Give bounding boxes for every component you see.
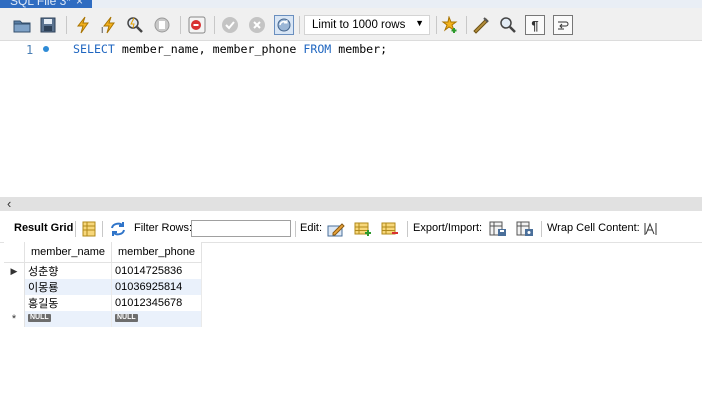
column-header-member-phone[interactable]: member_phone — [111, 242, 202, 263]
table-row[interactable]: ▶ 성춘향 01014725836 — [4, 262, 202, 279]
tab-label: SQL File 3* — [10, 0, 71, 8]
filter-rows-label: Filter Rows: — [134, 222, 193, 234]
beautify-icon[interactable] — [471, 15, 491, 35]
sql-text: member — [331, 42, 381, 56]
close-icon[interactable]: × — [76, 0, 83, 8]
column-header-member-name[interactable]: member_name — [24, 242, 112, 263]
row-indicator — [4, 279, 25, 295]
dropdown-arrow-icon: ▼ — [415, 18, 424, 28]
cell-member-phone[interactable]: 01012345678 — [111, 295, 202, 311]
rollback-icon[interactable] — [247, 15, 267, 35]
explain-icon[interactable] — [125, 15, 145, 35]
cell-member-phone[interactable]: 01014725836 — [111, 262, 202, 279]
result-grid-tab[interactable]: Result Grid — [14, 222, 73, 234]
execute-current-icon[interactable]: I — [99, 15, 119, 35]
row-indicator — [4, 295, 25, 311]
new-row[interactable]: * NULL NULL — [4, 311, 202, 327]
delete-row-icon[interactable] — [380, 220, 400, 238]
table-row[interactable]: 홍길동 01012345678 — [4, 295, 202, 311]
tab-sql-file[interactable]: SQL File 3* × — [0, 0, 92, 8]
toolbar-separator — [66, 16, 67, 34]
insert-row-icon[interactable] — [353, 220, 373, 238]
sql-editor[interactable]: 1 SELECT member_name, member_phone FROM … — [0, 41, 702, 197]
toolbar-separator — [407, 221, 408, 237]
grid-layout-icon[interactable] — [79, 220, 99, 238]
edit-label: Edit: — [300, 222, 323, 234]
find-icon[interactable] — [498, 15, 518, 35]
null-badge: NULL — [28, 314, 51, 322]
sql-query-text[interactable]: SELECT member_name, member_phone FROM me… — [73, 42, 387, 56]
export-import-label: Export/Import: — [413, 222, 483, 234]
wrap-cell-toggle-icon[interactable] — [641, 220, 661, 238]
refresh-icon[interactable] — [108, 220, 128, 238]
toolbar-separator — [214, 16, 215, 34]
row-header-corner — [4, 242, 25, 263]
toolbar-separator — [180, 16, 181, 34]
stop-icon[interactable] — [152, 15, 172, 35]
table-row[interactable]: 이몽룡 01036925814 — [4, 279, 202, 295]
sql-text: ; — [380, 42, 388, 56]
cell-member-name[interactable]: 성춘향 — [24, 262, 112, 279]
cell-member-phone[interactable]: 01036925814 — [111, 279, 202, 295]
toolbar-separator — [299, 16, 300, 34]
toolbar-separator — [75, 221, 76, 237]
current-row-indicator-icon: ▶ — [4, 262, 25, 279]
sql-keyword: FROM — [303, 42, 332, 56]
open-folder-icon[interactable] — [12, 15, 32, 35]
wrap-icon[interactable] — [553, 15, 573, 35]
limit-rows-value: Limit to 1000 rows — [312, 19, 406, 31]
horizontal-scrollbar[interactable]: ‹ — [0, 196, 702, 211]
toolbar-separator — [102, 221, 103, 237]
toggle-error-icon[interactable] — [187, 15, 207, 35]
toolbar-separator — [436, 16, 437, 34]
execute-icon[interactable] — [73, 15, 93, 35]
import-icon[interactable] — [515, 220, 535, 238]
grid-header-row: member_name member_phone — [4, 242, 202, 263]
edit-row-icon[interactable] — [326, 220, 346, 238]
tab-strip: SQL File 3* × — [0, 0, 702, 8]
svg-text:I: I — [101, 26, 103, 34]
cell-member-name[interactable]: 이몽룡 — [24, 279, 112, 295]
cell-member-phone-null[interactable]: NULL — [111, 311, 202, 327]
result-grid[interactable]: member_name member_phone ▶ 성춘향 010147258… — [4, 242, 206, 327]
new-row-marker: * — [4, 311, 25, 327]
limit-rows-select[interactable]: Limit to 1000 rows ▼ — [304, 15, 430, 35]
autocommit-icon[interactable] — [274, 15, 294, 35]
wrap-cell-content-label: Wrap Cell Content: — [547, 222, 640, 234]
toolbar-separator — [466, 16, 467, 34]
export-icon[interactable] — [488, 220, 508, 238]
save-icon[interactable] — [38, 15, 58, 35]
statement-marker-icon — [43, 46, 49, 52]
result-toolbar: Result Grid Filter Rows: Edit: Export/Im… — [0, 215, 702, 243]
scroll-left-icon[interactable]: ‹ — [7, 196, 11, 211]
toolbar-separator — [295, 221, 296, 237]
toolbar-separator — [541, 221, 542, 237]
filter-rows-input[interactable] — [191, 220, 291, 237]
sql-keyword: SELECT — [73, 42, 115, 56]
invisible-chars-icon[interactable]: ¶ — [525, 15, 545, 35]
commit-icon[interactable] — [220, 15, 240, 35]
bookmark-star-icon[interactable] — [440, 15, 460, 35]
line-number: 1 — [26, 43, 34, 57]
null-badge: NULL — [115, 314, 138, 322]
query-toolbar: I Limit to 1000 rows ▼ ¶ — [0, 8, 702, 41]
sql-text: member_name, member_phone — [114, 42, 304, 56]
cell-member-name-null[interactable]: NULL — [24, 311, 112, 327]
cell-member-name[interactable]: 홍길동 — [24, 295, 112, 311]
